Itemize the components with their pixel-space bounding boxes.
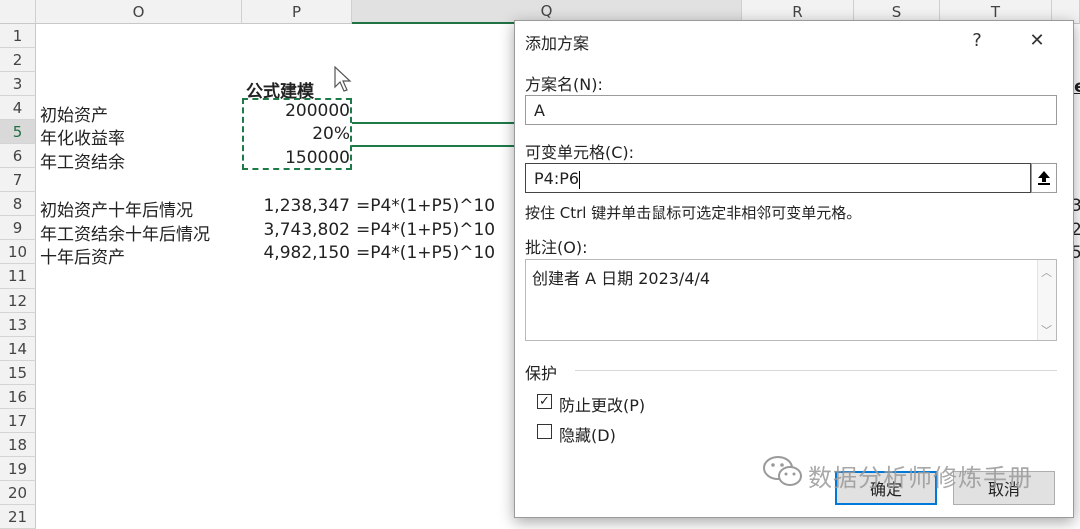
hide-label[interactable]: 隐藏(D) — [559, 422, 616, 446]
changing-cells-value: P4:P6 — [534, 169, 580, 188]
row-header-6[interactable]: 6 — [0, 144, 36, 168]
watermark-text: 数据分析师修炼手册 — [808, 464, 1033, 492]
comment-label: 批注(O): — [525, 238, 588, 257]
selection-link-line — [352, 145, 514, 147]
row-header-13[interactable]: 13 — [0, 313, 36, 337]
scroll-up-icon[interactable]: ︿ — [1041, 264, 1052, 280]
comment-text: 创建者 A 日期 2023/4/4 — [532, 269, 711, 288]
hide-checkbox[interactable] — [537, 424, 552, 439]
row-header-17[interactable]: 17 — [0, 409, 36, 433]
row-header-19[interactable]: 19 — [0, 457, 36, 481]
row-header-20[interactable]: 20 — [0, 481, 36, 505]
changing-cells-label: 可变单元格(C): — [525, 143, 635, 162]
selection-link-line — [352, 122, 514, 124]
cell-p5[interactable]: 20% — [244, 124, 350, 144]
row-header-2[interactable]: 2 — [0, 48, 36, 72]
row-header-3[interactable]: 3 — [0, 72, 36, 96]
cell-p10[interactable]: 4,982,150 — [244, 243, 350, 263]
group-divider — [575, 370, 1057, 371]
cell-p4[interactable]: 200000 — [244, 101, 350, 121]
comment-scrollbar[interactable]: ︿ ﹀ — [1037, 260, 1056, 340]
cell-o9[interactable]: 年工资结余十年后情况 — [40, 220, 210, 245]
cell-q10[interactable]: =P4*(1+P5)^10 — [356, 243, 495, 263]
changing-cells-input[interactable]: P4:P6 — [525, 163, 1031, 193]
collapse-arrow-icon — [1038, 171, 1050, 185]
row-header-16[interactable]: 16 — [0, 385, 36, 409]
row-header-14[interactable]: 14 — [0, 337, 36, 361]
cell-o10[interactable]: 十年后资产 — [40, 243, 125, 268]
add-scenario-dialog: 添加方案 ? ✕ 方案名(N): A 可变单元格(C): P4:P6 按住 Ct… — [514, 20, 1074, 518]
scenario-name-label: 方案名(N): — [525, 75, 603, 94]
row-header-11[interactable]: 11 — [0, 264, 36, 289]
row-header-5[interactable]: 5 — [0, 120, 36, 144]
row-header-8[interactable]: 8 — [0, 192, 36, 216]
corner-cell[interactable] — [0, 0, 36, 24]
mouse-pointer-icon — [334, 66, 352, 92]
close-button[interactable]: ✕ — [1019, 25, 1055, 55]
row-header-10[interactable]: 10 — [0, 240, 36, 264]
cell-o6[interactable]: 年工资结余 — [40, 148, 125, 173]
col-header-o[interactable]: O — [36, 0, 242, 24]
cell-o4[interactable]: 初始资产 — [40, 101, 108, 126]
row-header-15[interactable]: 15 — [0, 361, 36, 385]
cell-o5[interactable]: 年化收益率 — [40, 124, 125, 149]
col-header-p[interactable]: P — [242, 0, 352, 24]
collapse-range-button[interactable] — [1031, 163, 1057, 193]
prevent-changes-checkbox[interactable]: ✓ — [537, 394, 552, 409]
text-caret — [579, 170, 581, 189]
row-header-18[interactable]: 18 — [0, 433, 36, 457]
scenario-name-input[interactable]: A — [525, 95, 1057, 125]
help-button[interactable]: ? — [959, 25, 995, 55]
prevent-changes-label[interactable]: 防止更改(P) — [559, 392, 645, 416]
row-header-12[interactable]: 12 — [0, 289, 36, 313]
dialog-title: 添加方案 — [525, 34, 590, 53]
row-header-21[interactable]: 21 — [0, 505, 36, 529]
cell-p6[interactable]: 150000 — [244, 148, 350, 168]
cell-q9[interactable]: =P4*(1+P5)^10 — [356, 220, 495, 240]
hint-text: 按住 Ctrl 键并单击鼠标可选定非相邻可变单元格。 — [525, 204, 862, 222]
wechat-logo-icon — [763, 456, 802, 486]
scroll-down-icon[interactable]: ﹀ — [1041, 322, 1052, 338]
row-header-7[interactable]: 7 — [0, 168, 36, 192]
comment-textarea[interactable]: 创建者 A 日期 2023/4/4 ︿ ﹀ — [525, 259, 1057, 341]
row-header-1[interactable]: 1 — [0, 24, 36, 48]
cell-p9[interactable]: 3,743,802 — [244, 220, 350, 240]
cell-o8[interactable]: 初始资产十年后情况 — [40, 196, 193, 221]
cell-p8[interactable]: 1,238,347 — [244, 196, 350, 216]
cell-q8[interactable]: =P4*(1+P5)^10 — [356, 196, 495, 216]
row-header-4[interactable]: 4 — [0, 96, 36, 120]
row-header-9[interactable]: 9 — [0, 216, 36, 240]
protection-group-label: 保护 — [525, 364, 558, 383]
